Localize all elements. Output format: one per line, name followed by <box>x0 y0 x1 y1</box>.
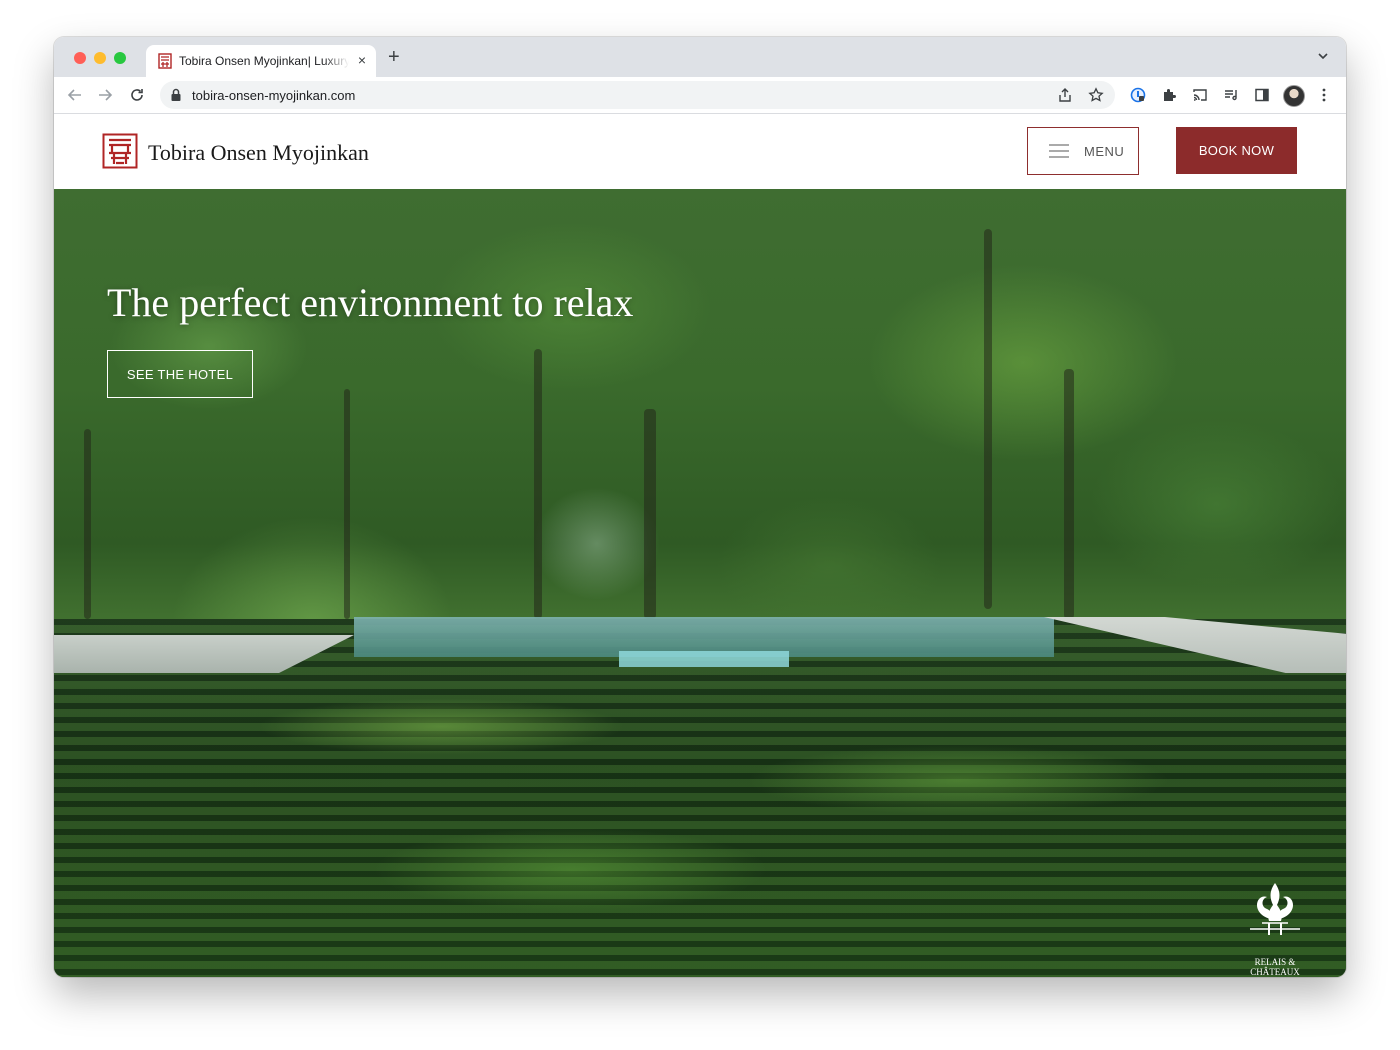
forward-arrow-icon[interactable] <box>96 86 114 104</box>
browser-window: Tobira Onsen Myojinkan| Luxury × + tobir… <box>54 37 1346 977</box>
bookmark-star-icon[interactable] <box>1088 87 1104 103</box>
back-arrow-icon[interactable] <box>66 86 84 104</box>
relais-chateaux-fleur-de-lis-icon[interactable] <box>1242 879 1308 949</box>
tab-close-icon[interactable]: × <box>358 52 366 68</box>
hotel-logo-icon[interactable] <box>102 133 138 169</box>
hero-title: The perfect environment to relax <box>107 280 634 325</box>
hotel-name[interactable]: Tobira Onsen Myojinkan <box>148 140 369 166</box>
tree-trunk <box>344 389 350 619</box>
tree-trunk <box>534 349 542 619</box>
extension-onepassword-icon[interactable] <box>1130 87 1146 103</box>
url-text[interactable]: tobira-onsen-myojinkan.com <box>192 88 355 103</box>
share-icon[interactable] <box>1057 87 1073 103</box>
close-window-button[interactable] <box>74 52 86 64</box>
relais-chateaux-text: RELAIS & CHÂTEAUX <box>1242 957 1308 977</box>
minimize-window-button[interactable] <box>94 52 106 64</box>
tree-trunk <box>984 229 992 609</box>
tab-search-chevron-icon[interactable] <box>1316 49 1330 63</box>
see-the-hotel-button[interactable]: SEE THE HOTEL <box>107 350 253 398</box>
side-panel-icon[interactable] <box>1254 87 1270 103</box>
reading-list-icon[interactable] <box>1223 87 1239 103</box>
tab-strip: Tobira Onsen Myojinkan| Luxury × + <box>54 37 1346 77</box>
tree-trunk <box>644 409 656 619</box>
profile-avatar[interactable] <box>1283 85 1305 107</box>
tab-title: Tobira Onsen Myojinkan| Luxury <box>179 54 349 68</box>
more-options-icon[interactable] <box>1316 87 1332 103</box>
site-header: Tobira Onsen Myojinkan MENU BOOK NOW <box>54 114 1346 189</box>
reload-icon[interactable] <box>128 86 146 104</box>
menu-button[interactable]: MENU <box>1027 127 1139 175</box>
menu-label: MENU <box>1084 144 1125 159</box>
hamburger-icon <box>1049 144 1069 158</box>
lock-icon[interactable] <box>170 88 182 102</box>
relais-line: RELAIS & <box>1254 957 1296 967</box>
book-now-button[interactable]: BOOK NOW <box>1176 127 1297 174</box>
site-favicon-icon <box>158 53 172 69</box>
hero-section: The perfect environment to relax SEE THE… <box>54 189 1346 977</box>
new-tab-button[interactable]: + <box>388 46 400 69</box>
zoom-window-button[interactable] <box>114 52 126 64</box>
extensions-puzzle-icon[interactable] <box>1161 87 1177 103</box>
chateaux-line: CHÂTEAUX <box>1250 967 1300 977</box>
browser-toolbar: tobira-onsen-myojinkan.com <box>54 77 1346 114</box>
pool-step <box>619 651 789 667</box>
tree-trunk <box>84 429 91 619</box>
cast-icon[interactable] <box>1192 87 1208 103</box>
address-bar[interactable]: tobira-onsen-myojinkan.com <box>160 81 1115 109</box>
browser-tab[interactable]: Tobira Onsen Myojinkan| Luxury × <box>146 45 376 77</box>
tree-trunk <box>1064 369 1074 619</box>
